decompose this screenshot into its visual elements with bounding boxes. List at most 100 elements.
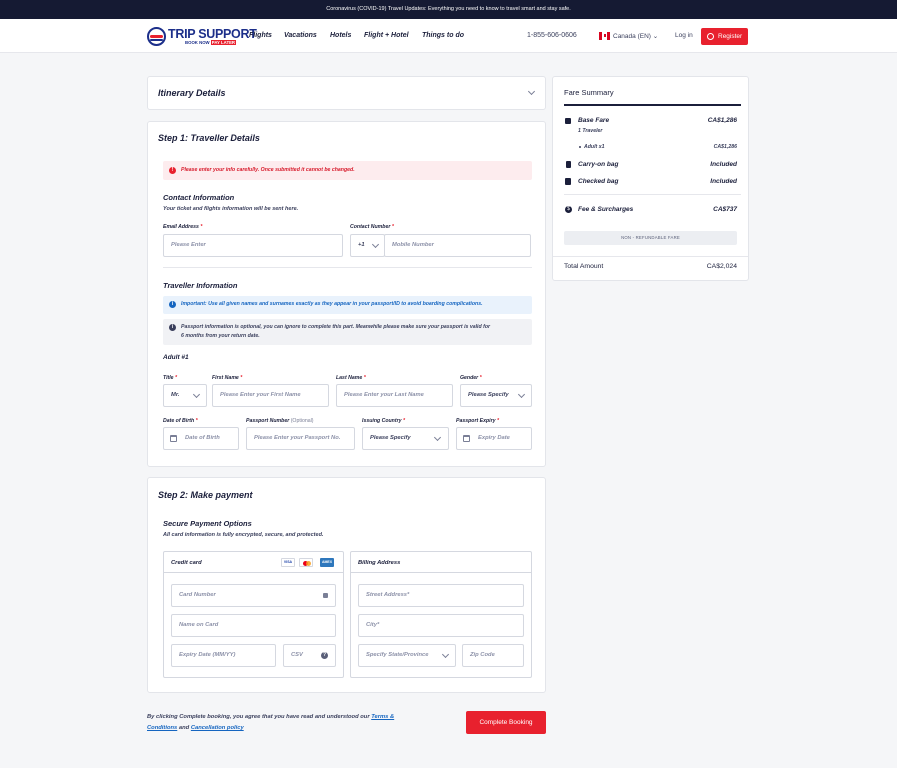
globe-logo-icon: [147, 27, 166, 46]
chevron-down-icon: [517, 390, 526, 399]
contact-info-note: Your ticket and flights information will…: [163, 206, 299, 212]
info-icon: i: [169, 324, 176, 331]
billing-header: Billing Address: [351, 552, 531, 573]
billing-address-box: Billing Address Street Address* City* Sp…: [350, 551, 532, 678]
itinerary-title: Itinerary Details: [158, 88, 226, 98]
fare-summary-card: Fare Summary Base Fare CA$1,286 1 Travel…: [552, 76, 749, 281]
last-name-label: Last Name *: [336, 375, 366, 381]
adult-count: Adult x1: [584, 144, 605, 150]
secure-payment-title: Secure Payment Options: [163, 519, 252, 528]
passport-number-field[interactable]: Please Enter your Passport No.: [246, 427, 355, 450]
important-alert: i Important: Use all given names and sur…: [163, 296, 532, 314]
issuing-country-select[interactable]: Please Specify: [362, 427, 449, 450]
total-amount-label: Total Amount: [564, 263, 604, 270]
alert-icon: !: [169, 167, 176, 174]
nav-vacations[interactable]: Vacations: [284, 32, 317, 39]
locale-selector[interactable]: Canada (EN) ⌄: [613, 32, 658, 40]
help-icon[interactable]: ?: [321, 652, 328, 659]
credit-card-label: Credit card: [171, 560, 202, 566]
adult-fare-value: CA$1,286: [713, 144, 737, 150]
zip-code-field[interactable]: Zip Code: [462, 644, 524, 667]
checked-bag-label: Checked bag: [578, 178, 619, 185]
nav-things-to-do[interactable]: Things to do: [422, 32, 464, 39]
issuing-country-label: Issuing Country *: [362, 418, 405, 424]
secure-payment-note: All card information is fully encrypted,…: [163, 532, 324, 538]
booking-agreement: By clicking Complete booking, you agree …: [147, 714, 395, 731]
nav-flights[interactable]: Flights: [249, 32, 272, 39]
carry-on-value: Included: [710, 161, 737, 168]
expiry-date-field[interactable]: Expiry Date (MM/YY): [171, 644, 276, 667]
cancellation-policy-link[interactable]: Cancellation policy: [191, 725, 244, 731]
country-code-select[interactable]: +1: [350, 234, 385, 257]
canada-flag-icon: [599, 32, 610, 40]
fees-label: Fee & Surcharges: [578, 206, 634, 213]
divider: [564, 104, 741, 106]
ticket-icon: [565, 118, 571, 124]
fee-icon: $: [565, 206, 572, 213]
first-name-field[interactable]: Please Enter your First Name: [212, 384, 329, 407]
info-warning-alert: ! Please enter your info carefully. Once…: [163, 161, 532, 180]
mastercard-icon: [299, 558, 313, 567]
credit-card-box: Credit card VISA AMEX Card Number Name o…: [163, 551, 344, 678]
fare-summary-title: Fare Summary: [564, 88, 614, 97]
fees-value: CA$737: [713, 206, 737, 213]
passport-expiry-field[interactable]: Expiry Date: [456, 427, 532, 450]
card-number-field[interactable]: Card Number: [171, 584, 336, 607]
gender-label: Gender *: [460, 375, 482, 381]
adult-heading: Adult #1: [163, 354, 189, 361]
billing-address-label: Billing Address: [358, 560, 401, 566]
info-icon: i: [169, 301, 176, 308]
terms-link-2[interactable]: Conditions: [147, 725, 177, 731]
email-label: Email Address *: [163, 224, 203, 230]
logo-tagline: BOOK NOW PAY LATER: [185, 40, 237, 45]
register-button[interactable]: Register: [701, 28, 748, 45]
mobile-number-field[interactable]: Mobile Number: [384, 234, 531, 257]
base-fare-label: Base Fare: [578, 117, 610, 124]
contact-info-title: Contact Information: [163, 193, 235, 202]
passport-expiry-label: Passport Expiry *: [456, 418, 499, 424]
phone-number[interactable]: 1-855-606-0606: [527, 32, 577, 39]
passport-note-alert: i Passport information is optional, you …: [163, 319, 532, 345]
nav-flight-hotel[interactable]: Flight + Hotel: [364, 32, 409, 39]
nav-hotels[interactable]: Hotels: [330, 32, 351, 39]
amex-icon: AMEX: [320, 558, 334, 567]
chevron-down-icon[interactable]: [527, 87, 536, 96]
divider: [163, 267, 532, 268]
step2-title: Step 2: Make payment: [158, 490, 253, 500]
divider: [553, 256, 748, 257]
itinerary-details-card[interactable]: Itinerary Details: [147, 76, 546, 110]
dob-label: Date of Birth *: [163, 418, 198, 424]
traveller-details-card: Step 1: Traveller Details ! Please enter…: [147, 121, 546, 467]
street-address-field[interactable]: Street Address*: [358, 584, 524, 607]
top-nav: TRIP SUPPORT BOOK NOW PAY LATER Flights …: [0, 19, 897, 53]
gender-select[interactable]: Please Specify: [460, 384, 532, 407]
state-select[interactable]: Specify State/Province: [358, 644, 456, 667]
city-field[interactable]: City*: [358, 614, 524, 637]
last-name-field[interactable]: Please Enter your Last Name: [336, 384, 453, 407]
logo-name: TRIP SUPPORT: [168, 27, 257, 41]
terms-link[interactable]: Terms &: [371, 714, 394, 720]
calendar-icon: [170, 435, 177, 442]
title-select[interactable]: Mr.: [163, 384, 207, 407]
first-name-label: First Name *: [212, 375, 243, 381]
covid-banner[interactable]: Coronavirus (COVID-19) Travel Updates: E…: [0, 0, 897, 19]
complete-booking-button[interactable]: Complete Booking: [466, 711, 546, 734]
carry-on-bag-icon: [566, 161, 571, 168]
chevron-down-icon: ⌄: [652, 33, 659, 40]
name-on-card-field[interactable]: Name on Card: [171, 614, 336, 637]
contact-number-label: Contact Number *: [350, 224, 394, 230]
base-fare-value: CA$1,286: [707, 117, 737, 124]
csv-field[interactable]: CSV ?: [283, 644, 336, 667]
non-refundable-badge: NON - REFUNDABLE FARE: [564, 231, 737, 245]
title-label: Title *: [163, 375, 178, 381]
checked-bag-icon: [565, 178, 571, 185]
user-icon: [707, 33, 714, 40]
login-link[interactable]: Log in: [675, 32, 693, 39]
credit-card-header: Credit card VISA AMEX: [164, 552, 343, 573]
email-field[interactable]: Please Enter: [163, 234, 343, 257]
calendar-icon: [463, 435, 470, 442]
dob-field[interactable]: Date of Birth: [163, 427, 239, 450]
total-amount-value: CA$2,024: [706, 263, 737, 270]
bullet: [579, 146, 581, 148]
chevron-down-icon: [441, 650, 450, 659]
